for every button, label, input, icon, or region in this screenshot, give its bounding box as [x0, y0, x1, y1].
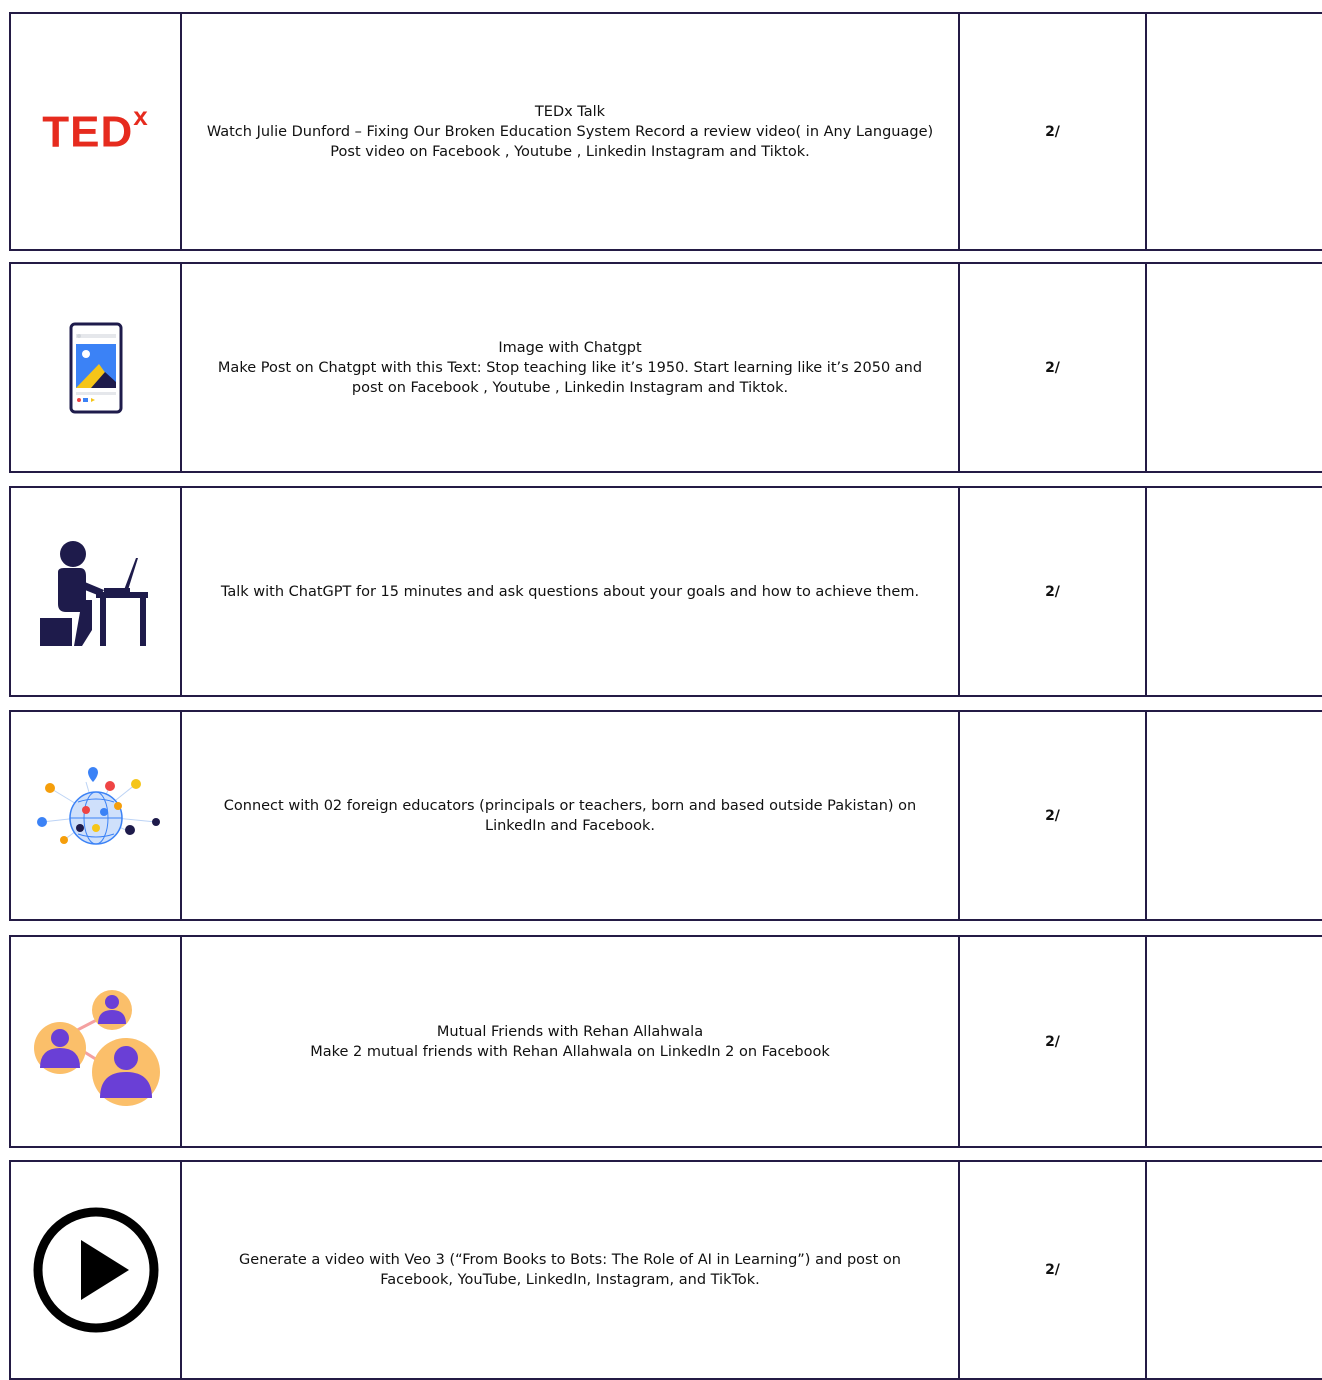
task-description-cell: Connect with 02 foreign educators (princ…: [182, 712, 960, 919]
task-description-cell: TEDx Talk Watch Julie Dunford – Fixing O…: [182, 14, 960, 249]
score-cell: 2/: [960, 712, 1147, 919]
task-description: Connect with 02 foreign educators (princ…: [223, 797, 917, 834]
task-description-cell: Talk with ChatGPT for 15 minutes and ask…: [182, 488, 960, 695]
task-score: 2/: [1045, 123, 1060, 140]
icon-cell: [11, 937, 182, 1146]
task-row: TEDx TEDx Talk Watch Julie Dunford – Fix…: [9, 12, 1322, 251]
empty-cell: [1147, 712, 1322, 919]
task-description: Image with Chatgpt Make Post on Chatgpt …: [217, 339, 923, 396]
task-row: Connect with 02 foreign educators (princ…: [9, 710, 1322, 921]
global-network-icon: [36, 766, 160, 845]
task-description: TEDx Talk Watch Julie Dunford – Fixing O…: [206, 103, 934, 160]
task-description: Generate a video with Veo 3 (“From Books…: [239, 1252, 901, 1288]
score-cell: 2/: [960, 264, 1147, 471]
empty-cell: [1147, 14, 1322, 249]
task-score: 2/: [1045, 359, 1060, 376]
task-row: Talk with ChatGPT for 15 minutes and ask…: [9, 486, 1322, 697]
task-score: 2/: [1045, 1033, 1060, 1050]
task-row: Image with Chatgpt Make Post on Chatgpt …: [9, 262, 1322, 473]
play-button-icon: [33, 1207, 158, 1333]
icon-cell: [11, 1162, 182, 1378]
empty-cell: [1147, 937, 1322, 1146]
task-score: 2/: [1045, 1262, 1060, 1278]
empty-cell: [1147, 1162, 1322, 1378]
task-score: 2/: [1045, 583, 1060, 600]
task-row: Generate a video with Veo 3 (“From Books…: [9, 1160, 1322, 1380]
tedx-logo-icon: TEDx: [42, 100, 149, 157]
icon-cell: [11, 712, 182, 919]
mutual-friends-icon: [33, 989, 160, 1106]
score-cell: 2/: [960, 488, 1147, 695]
smartphone-image-post-icon: [69, 322, 122, 413]
task-description-cell: Image with Chatgpt Make Post on Chatgpt …: [182, 264, 960, 471]
task-description-cell: Mutual Friends with Rehan Allahwala Make…: [182, 937, 960, 1146]
empty-cell: [1147, 264, 1322, 471]
task-description: Talk with ChatGPT for 15 minutes and ask…: [220, 583, 920, 600]
score-cell: 2/: [960, 937, 1147, 1146]
score-cell: 2/: [960, 14, 1147, 249]
task-description-cell: Generate a video with Veo 3 (“From Books…: [182, 1162, 960, 1378]
person-at-laptop-icon: [39, 540, 148, 646]
empty-cell: [1147, 488, 1322, 695]
task-description: Mutual Friends with Rehan Allahwala Make…: [310, 1023, 830, 1060]
icon-cell: [11, 488, 182, 695]
icon-cell: [11, 264, 182, 471]
score-cell: 2/: [960, 1162, 1147, 1378]
task-score: 2/: [1045, 807, 1060, 824]
task-row: Mutual Friends with Rehan Allahwala Make…: [9, 935, 1322, 1148]
icon-cell: TEDx: [11, 14, 182, 249]
